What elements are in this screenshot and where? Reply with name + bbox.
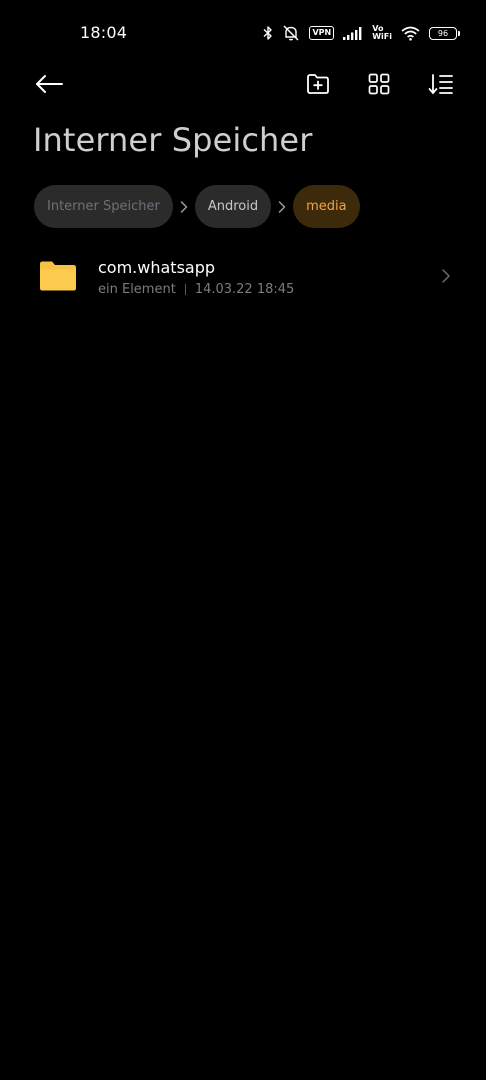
breadcrumb-item-internal-storage[interactable]: Interner Speicher [34, 185, 173, 228]
chevron-right-icon [442, 269, 450, 283]
chevron-right-icon [180, 200, 188, 213]
grid-view-icon [368, 73, 390, 95]
breadcrumb-item-media[interactable]: media [293, 185, 360, 228]
breadcrumb: Interner Speicher Android media [34, 185, 360, 228]
vpn-icon: VPN [309, 26, 335, 40]
file-item-count: ein Element [98, 282, 176, 297]
chevron-right-icon [278, 200, 286, 213]
back-button[interactable] [33, 68, 65, 100]
battery-icon: 96 [429, 26, 460, 40]
sort-button[interactable] [425, 68, 457, 100]
sort-icon [428, 74, 453, 94]
status-icons: VPN Vo WiFi 96 [263, 22, 460, 44]
toolbar [0, 60, 486, 106]
grid-view-button[interactable] [363, 68, 395, 100]
vowifi-icon: Vo WiFi [372, 25, 392, 41]
folder-icon [40, 261, 76, 291]
new-folder-icon [307, 74, 329, 94]
muted-bell-icon [283, 25, 299, 41]
file-modified-date: 14.03.22 18:45 [194, 282, 295, 297]
signal-icon [343, 27, 362, 40]
wifi-icon [401, 26, 420, 41]
status-bar: 18:04 VPN Vo WiFi 96 [0, 0, 486, 64]
file-meta: ein Element 14.03.22 18:45 [98, 282, 294, 297]
bluetooth-icon [263, 26, 273, 40]
vowifi-bottom-label: WiFi [372, 32, 392, 41]
breadcrumb-separator [271, 200, 293, 214]
status-time: 18:04 [80, 23, 128, 42]
meta-divider [184, 284, 186, 295]
list-item[interactable]: com.whatsapp ein Element 14.03.22 18:45 [0, 246, 486, 310]
page-title: Interner Speicher [33, 121, 313, 159]
back-arrow-icon [36, 75, 63, 93]
file-name: com.whatsapp [98, 258, 216, 277]
breadcrumb-separator [173, 200, 195, 214]
new-folder-button[interactable] [302, 68, 334, 100]
breadcrumb-item-android[interactable]: Android [194, 185, 272, 228]
